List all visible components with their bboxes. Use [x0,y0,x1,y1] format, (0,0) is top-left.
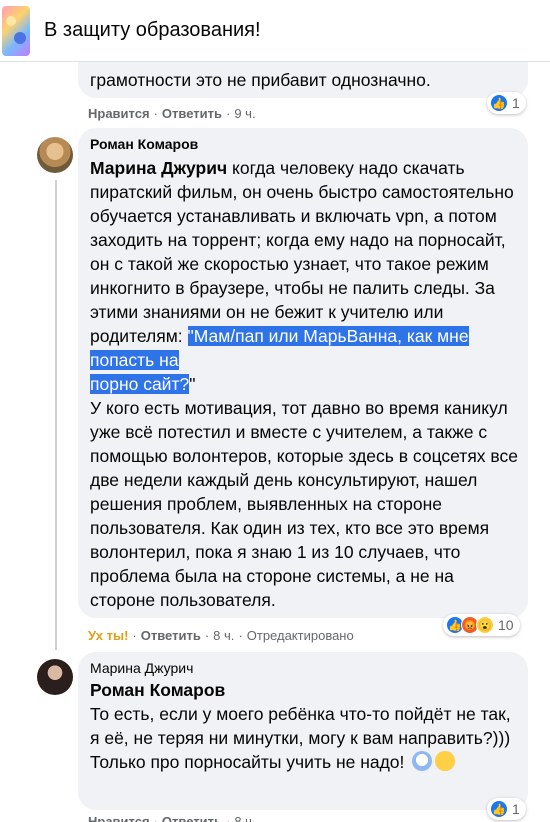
comment-text: грамотности это не прибавит однозначно. [90,70,431,90]
comment-text: Марина Джурич когда человеку надо скачат… [90,158,518,610]
reply-link[interactable]: Ответить [162,814,222,822]
mention-link[interactable]: Роман Комаров [90,678,518,702]
comment-time[interactable]: 8 ч. [213,628,234,643]
comment-actions: Нравится · Ответить · 9 ч. [88,106,256,121]
reactions-summary[interactable]: 👍 1 [487,92,526,114]
comment-text: То есть, если у моего ребёнка что-то пой… [90,704,511,772]
like-link[interactable]: Нравится [88,106,150,121]
reply-link[interactable]: Ответить [162,106,222,121]
group-avatar[interactable] [2,6,30,56]
comment-author[interactable]: Роман Комаров [90,136,518,152]
like-link[interactable]: Нравится [88,814,150,822]
reactions-count: 10 [498,617,514,633]
reactions-count: 1 [512,95,520,111]
comment-actions: Нравится · Ответить · 8 ч. [88,814,256,822]
comment-time[interactable]: 8 ч. [234,814,255,822]
thread-line [55,180,57,650]
like-reaction-icon: 👍 [490,94,508,112]
like-reaction-icon: 👍 [490,800,508,818]
edited-label: Отредактировано [246,628,354,643]
wow-reaction-icon: 😮 [476,616,494,634]
comment-bubble: Роман Комаров Марина Джурич когда челове… [78,128,528,618]
comment-bubble-previous: грамотности это не прибавит однозначно. [78,62,528,98]
group-title[interactable]: В защиту образования! [44,19,261,42]
comment-actions: Ух ты! · Ответить · 8 ч. · Отредактирова… [88,628,354,643]
reactions-summary[interactable]: 👍 😡 😮 10 [443,614,520,636]
reply-link[interactable]: Ответить [141,628,201,643]
comment-time[interactable]: 9 ч. [234,106,255,121]
avatar[interactable] [37,659,73,695]
comment-author[interactable]: Марина Джурич [90,660,518,676]
scream-emoji-icon [412,751,433,771]
comment-bubble: Марина Джурич Роман Комаров То есть, есл… [78,652,528,810]
rofl-emoji-icon [435,751,456,771]
reactions-count: 1 [512,801,520,817]
highlighted-text: порно сайт? [90,374,190,394]
reaction-label[interactable]: Ух ты! [88,628,128,643]
mention-link[interactable]: Марина Джурич [90,158,227,178]
reactions-summary[interactable]: 👍 1 [487,798,526,820]
avatar[interactable] [37,137,73,173]
group-header: В защиту образования! [0,0,550,62]
